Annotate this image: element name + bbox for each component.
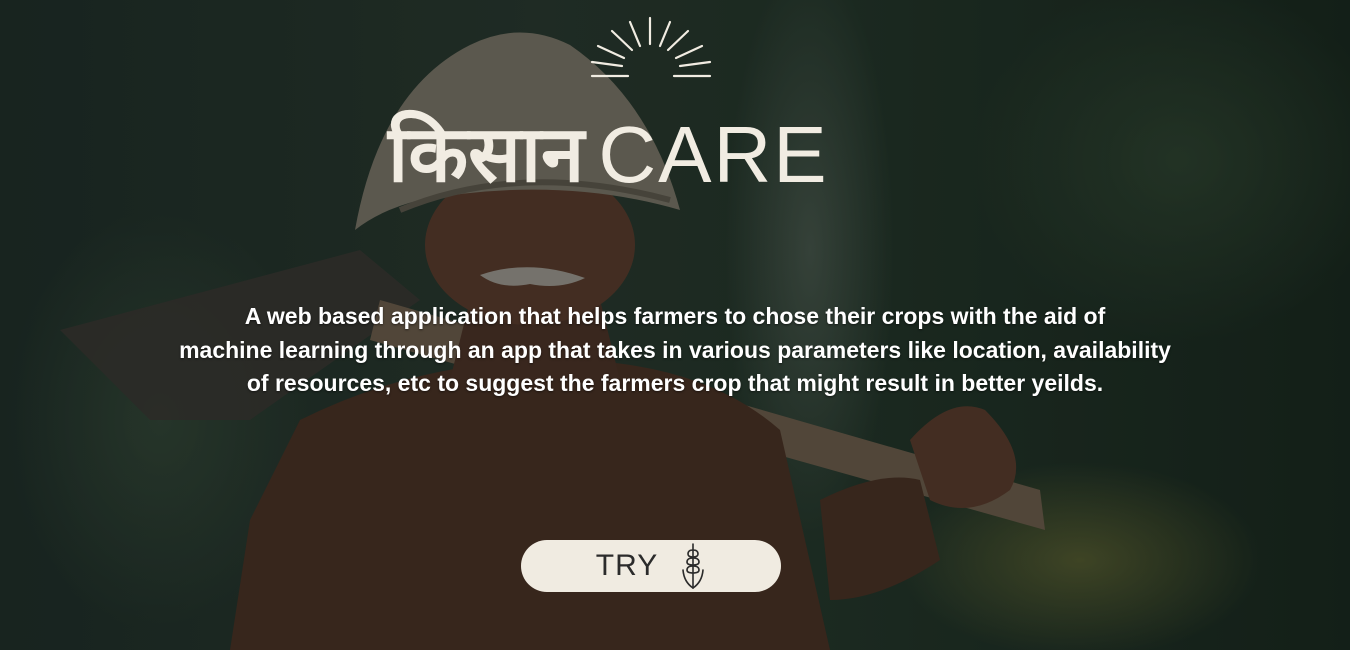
app-description: A web based application that helps farme…: [70, 300, 1280, 401]
title-english: CARE: [598, 110, 829, 199]
description-line: of resources, etc to suggest the farmers…: [246, 370, 1104, 396]
try-button[interactable]: TRY: [521, 540, 781, 592]
try-button-label: TRY: [595, 549, 659, 582]
description-line: machine learning through an app that tak…: [179, 336, 1171, 363]
wheat-icon: [682, 543, 705, 589]
sunburst-icon: [590, 16, 712, 78]
description-line: A web based application that helps farme…: [244, 303, 1106, 329]
title-hindi: किसान: [388, 110, 585, 200]
app-title: किसान CARE: [388, 100, 948, 210]
